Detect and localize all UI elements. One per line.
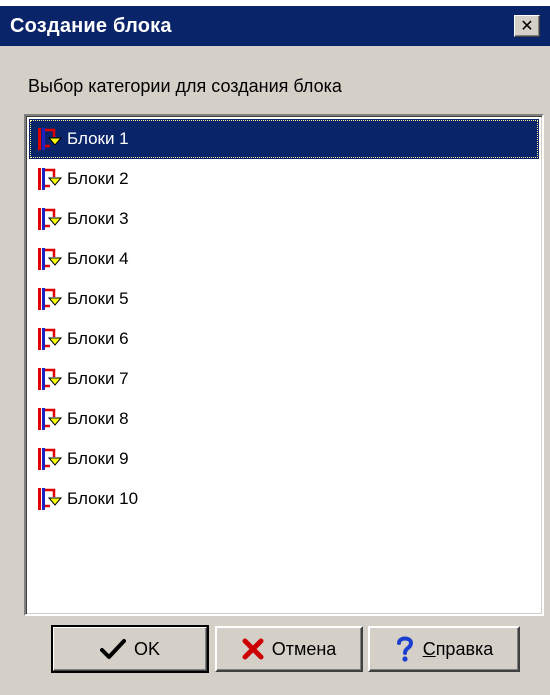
block-category-icon <box>38 128 63 150</box>
list-item[interactable]: Блоки 5 <box>29 279 539 319</box>
block-category-icon <box>38 448 63 470</box>
list-item-label: Блоки 3 <box>67 209 129 228</box>
list-item[interactable]: Блоки 4 <box>29 239 539 279</box>
block-category-icon <box>38 168 63 190</box>
list-item-label: Блоки 1 <box>67 129 129 148</box>
list-item-label: Блоки 6 <box>67 329 129 348</box>
list-item[interactable]: Блоки 10 <box>29 479 539 519</box>
ok-button-label: OK <box>133 638 160 659</box>
block-category-icon <box>38 208 63 230</box>
cancel-button[interactable]: Отмена <box>215 626 363 672</box>
category-listbox[interactable]: Блоки 1 Блоки 2 Блоки 3 Блоки 4 Блоки 5 Блоки… <box>24 114 544 616</box>
dialog-title: Создание блока <box>10 15 172 37</box>
list-item-label: Блоки 8 <box>67 409 129 428</box>
list-item-label: Блоки 9 <box>67 449 129 468</box>
list-item-label: Блоки 7 <box>67 369 129 388</box>
list-item-label: Блоки 4 <box>67 249 129 268</box>
close-button[interactable]: ✕ <box>514 15 540 37</box>
list-item[interactable]: Блоки 8 <box>29 399 539 439</box>
title-bar[interactable]: Создание блока ✕ <box>0 6 550 46</box>
help-accelerator: С <box>422 638 436 659</box>
list-item[interactable]: Блоки 3 <box>29 199 539 239</box>
help-button-label: Справка <box>423 639 494 660</box>
list-item[interactable]: Блоки 7 <box>29 359 539 399</box>
block-category-icon <box>38 248 63 270</box>
block-category-icon <box>38 328 63 350</box>
cancel-x-icon <box>242 638 264 660</box>
block-category-icon <box>38 408 63 430</box>
help-button[interactable]: Справка <box>368 626 520 672</box>
list-item[interactable]: Блоки 9 <box>29 439 539 479</box>
block-category-icon <box>38 488 63 510</box>
help-label-rest: правка <box>435 638 494 659</box>
list-item-label: Блоки 5 <box>67 289 129 308</box>
list-item[interactable]: Блоки 6 <box>29 319 539 359</box>
close-icon: ✕ <box>520 16 534 35</box>
category-prompt-label: Выбор категории для создания блока <box>28 76 342 96</box>
list-item[interactable]: Блоки 2 <box>29 159 539 199</box>
cancel-button-label: Отмена <box>271 638 337 659</box>
block-category-icon <box>38 368 63 390</box>
list-item[interactable]: Блоки 1 <box>29 119 539 159</box>
question-mark-icon <box>396 636 413 662</box>
list-item-label: Блоки 10 <box>67 489 139 508</box>
ok-button[interactable]: OK <box>51 625 209 673</box>
block-category-icon <box>38 288 63 310</box>
checkmark-icon <box>99 639 126 659</box>
list-item-label: Блоки 2 <box>67 169 129 188</box>
create-block-dialog: Создание блока ✕ Выбор категории для соз… <box>0 6 550 695</box>
